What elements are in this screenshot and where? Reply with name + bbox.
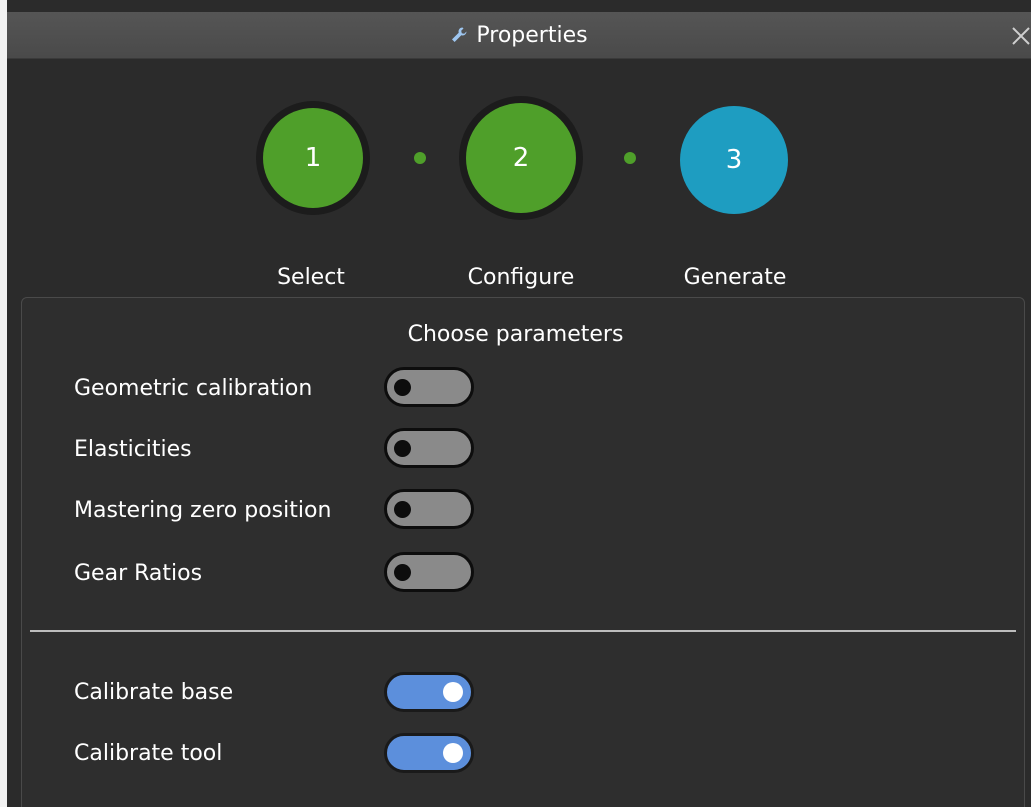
close-icon[interactable] xyxy=(1005,20,1031,50)
parameters-panel xyxy=(21,297,1025,807)
elasticities-label: Elasticities xyxy=(74,437,192,462)
toggle-knob xyxy=(394,379,411,396)
gear-ratios-label: Gear Ratios xyxy=(74,561,203,586)
calibrate-tool-toggle[interactable] xyxy=(384,733,474,773)
elasticities-toggle[interactable] xyxy=(384,428,474,468)
toggle-knob xyxy=(394,440,411,457)
section-divider xyxy=(30,630,1016,632)
wrench-icon xyxy=(450,26,468,44)
mastering-zero-position-toggle[interactable] xyxy=(384,489,474,529)
toggle-knob xyxy=(443,682,463,702)
title-group: Properties xyxy=(7,12,1031,58)
toggle-knob xyxy=(394,564,411,581)
step-3-circle[interactable]: 3 xyxy=(680,106,788,214)
step-3-number: 3 xyxy=(725,145,743,175)
title-bar: Properties xyxy=(7,12,1031,59)
toggle-knob xyxy=(394,501,411,518)
step-1-number: 1 xyxy=(304,143,322,173)
step-connector-dot xyxy=(624,152,636,164)
step-2-label: Configure xyxy=(467,265,575,290)
step-1-label: Select xyxy=(277,265,345,290)
mastering-zero-position-label: Mastering zero position xyxy=(74,498,332,523)
toggle-knob xyxy=(443,743,463,763)
step-2-number: 2 xyxy=(512,143,530,173)
step-1-circle[interactable]: 1 xyxy=(263,108,363,208)
calibrate-base-toggle[interactable] xyxy=(384,672,474,712)
calibrate-base-label: Calibrate base xyxy=(74,680,234,705)
geometric-calibration-label: Geometric calibration xyxy=(74,376,313,401)
parameters-title: Choose parameters xyxy=(407,322,624,347)
gear-ratios-toggle[interactable] xyxy=(384,552,474,592)
geometric-calibration-toggle[interactable] xyxy=(384,367,474,407)
calibrate-tool-label: Calibrate tool xyxy=(74,741,223,766)
step-connector-dot xyxy=(414,152,426,164)
step-2-circle[interactable]: 2 xyxy=(466,103,576,213)
window-title: Properties xyxy=(476,22,588,48)
step-3-label: Generate xyxy=(683,265,787,290)
